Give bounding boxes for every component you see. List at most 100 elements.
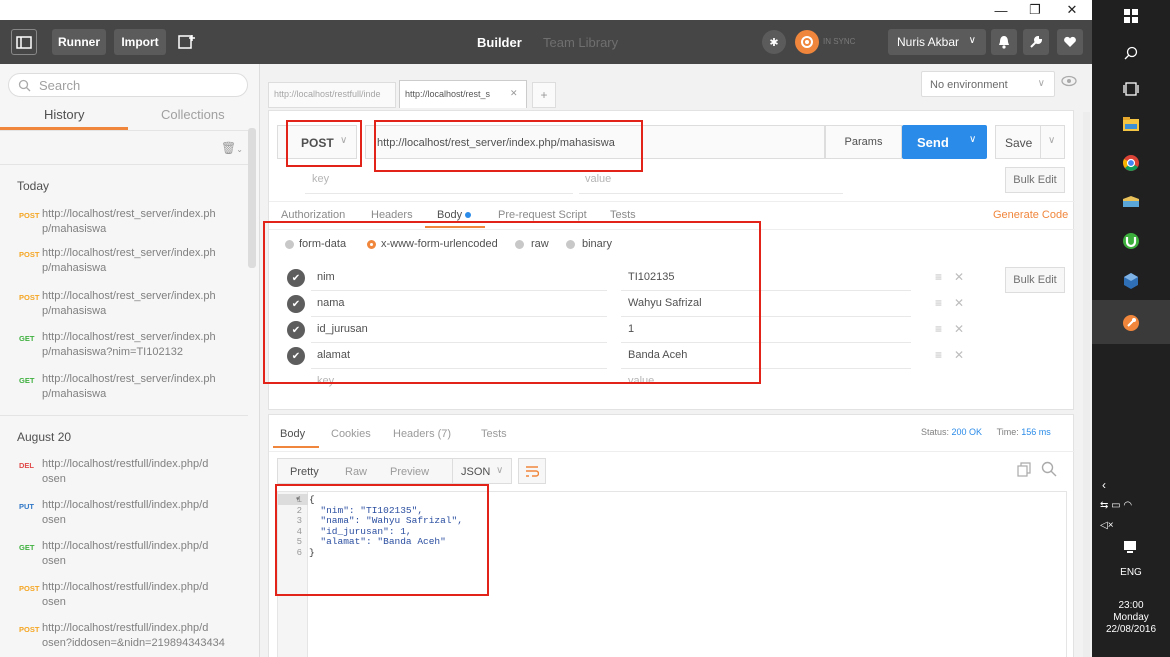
body-param-key[interactable]: nama [317,297,345,309]
network-icon[interactable]: ⇆ ▭ ◠ [1100,500,1132,511]
user-menu[interactable]: Nuris Akbar ∨ [888,29,986,55]
tab-body[interactable]: Body [437,209,462,221]
settings-wrench-icon[interactable] [1023,29,1049,55]
tab-authorization[interactable]: Authorization [281,209,345,221]
format-select[interactable]: JSON ∨ [452,458,512,484]
drag-handle-icon[interactable]: ≡ [935,322,954,336]
request-tab-2[interactable]: http://localhost/rest_s ✕ [399,80,527,108]
bulk-edit-button[interactable]: Bulk Edit [1005,167,1065,193]
tab-tests[interactable]: Tests [610,209,636,221]
view-pretty[interactable]: Pretty [290,466,319,478]
search-response-icon[interactable] [1041,461,1057,480]
trash-icon[interactable]: 🗑︎⌄ [221,141,243,155]
body-param-value[interactable]: 1 [628,323,634,335]
history-item[interactable]: GET http://localhost/rest_server/index.ph… [0,330,248,362]
history-item[interactable]: POST http://localhost/rest_server/index.p… [0,207,248,239]
response-tab-tests[interactable]: Tests [481,428,507,440]
url-input[interactable]: http://localhost/rest_server/index.php/m… [365,125,825,159]
input-language[interactable]: ENG [1092,567,1170,578]
restore-button[interactable]: ❐ [1019,0,1051,20]
row-enabled-checkbox[interactable]: ✔ [287,269,305,287]
row-enabled-checkbox[interactable]: ✔ [287,347,305,365]
notification-bell-icon[interactable] [991,29,1017,55]
method-select[interactable]: POST ∨ [277,125,357,159]
body-value-placeholder[interactable]: value [628,375,654,387]
postman-taskbar-icon[interactable] [1119,312,1143,334]
team-library-tab[interactable]: Team Library [543,35,618,50]
tray-expand-icon[interactable]: ‹ [1102,478,1106,492]
close-tab-icon[interactable]: ✕ [510,88,518,99]
virtualbox-icon[interactable] [1119,270,1143,292]
drag-handle-icon[interactable]: ≡ [935,296,954,310]
request-tab-1[interactable]: http://localhost/restfull/inde [268,82,396,108]
param-key-placeholder[interactable]: key [312,173,329,185]
history-item[interactable]: GET http://localhost/rest_server/index.ph… [0,372,248,404]
response-tab-cookies[interactable]: Cookies [331,428,371,440]
folder-app-icon[interactable] [1119,191,1143,213]
response-code-editor[interactable]: ▾ 1{2 "nim": "TI102135", 3 "nama": "Wahyu… [277,491,1067,657]
view-preview[interactable]: Preview [390,466,429,478]
history-item[interactable]: DEL http://localhost/restfull/index.php/d… [0,457,248,489]
body-param-key[interactable]: nim [317,271,335,283]
chrome-icon[interactable] [1119,152,1143,174]
save-button[interactable]: Save ∨ [995,125,1065,159]
generate-code-link[interactable]: Generate Code [993,209,1068,221]
close-button[interactable]: ✕ [1056,0,1088,20]
main-scrollbar[interactable] [1083,112,1090,657]
runner-button[interactable]: Runner [52,29,106,55]
heart-icon[interactable] [1057,29,1083,55]
body-param-value[interactable]: TI102135 [628,271,674,283]
view-raw[interactable]: Raw [345,466,367,478]
tab-collections[interactable]: Collections [161,107,225,122]
builder-tab[interactable]: Builder [477,35,522,50]
clock[interactable]: 23:00 Monday 22/08/2016 [1092,600,1170,636]
search-input[interactable]: Search [8,73,248,97]
body-param-key[interactable]: id_jurusan [317,323,368,335]
sync-icon[interactable] [795,30,819,54]
delete-row-icon[interactable]: ✕ [954,296,976,310]
history-item[interactable]: POST http://localhost/rest_server/index.p… [0,289,248,321]
eye-icon[interactable] [1061,75,1077,90]
drag-handle-icon[interactable]: ≡ [935,270,954,284]
body-param-key[interactable]: alamat [317,349,350,361]
row-enabled-checkbox[interactable]: ✔ [287,295,305,313]
body-bulk-edit-button[interactable]: Bulk Edit [1005,267,1065,293]
delete-row-icon[interactable]: ✕ [954,270,976,284]
file-explorer-icon[interactable] [1119,113,1143,135]
copy-icon[interactable] [1017,462,1031,480]
history-item[interactable]: POST http://localhost/restfull/index.php/… [0,580,248,612]
history-item[interactable]: POST http://localhost/rest_server/index.p… [0,246,248,278]
response-tab-body[interactable]: Body [280,428,305,440]
cortana-search-icon[interactable] [1119,42,1143,64]
new-window-icon[interactable] [174,29,200,55]
history-item[interactable]: GET http://localhost/restfull/index.php/d… [0,539,248,571]
minimize-button[interactable]: — [985,0,1017,20]
body-key-placeholder[interactable]: key [317,375,334,387]
environment-select[interactable]: No environment ∨ [921,71,1055,97]
body-param-value[interactable]: Wahyu Safrizal [628,297,702,309]
new-tab-button[interactable]: + [532,82,556,108]
params-button[interactable]: Params [825,125,902,159]
delete-row-icon[interactable]: ✕ [954,322,976,336]
delete-row-icon[interactable]: ✕ [954,348,976,362]
param-value-placeholder[interactable]: value [585,173,611,185]
tab-pre-request-script[interactable]: Pre-request Script [498,209,587,221]
task-view-icon[interactable] [1119,78,1143,100]
action-center-icon[interactable] [1123,540,1137,557]
tab-headers[interactable]: Headers [371,209,413,221]
history-item[interactable]: POST http://localhost/restfull/index.php/… [0,621,248,653]
volume-muted-icon[interactable]: ◁× [1100,520,1114,531]
utorrent-icon[interactable] [1119,230,1143,252]
sidebar-scrollbar[interactable] [248,128,256,268]
import-button[interactable]: Import [114,29,166,55]
row-enabled-checkbox[interactable]: ✔ [287,321,305,339]
drag-handle-icon[interactable]: ≡ [935,348,954,362]
response-tab-headers[interactable]: Headers (7) [393,428,451,440]
wrap-lines-icon[interactable] [518,458,546,484]
interceptor-icon[interactable]: ✱ [762,30,786,54]
windows-start-icon[interactable] [1119,5,1143,27]
sidebar-toggle-icon[interactable] [11,29,37,55]
send-button[interactable]: Send ∨ [902,125,987,159]
body-param-value[interactable]: Banda Aceh [628,349,687,361]
tab-history[interactable]: History [44,107,84,122]
